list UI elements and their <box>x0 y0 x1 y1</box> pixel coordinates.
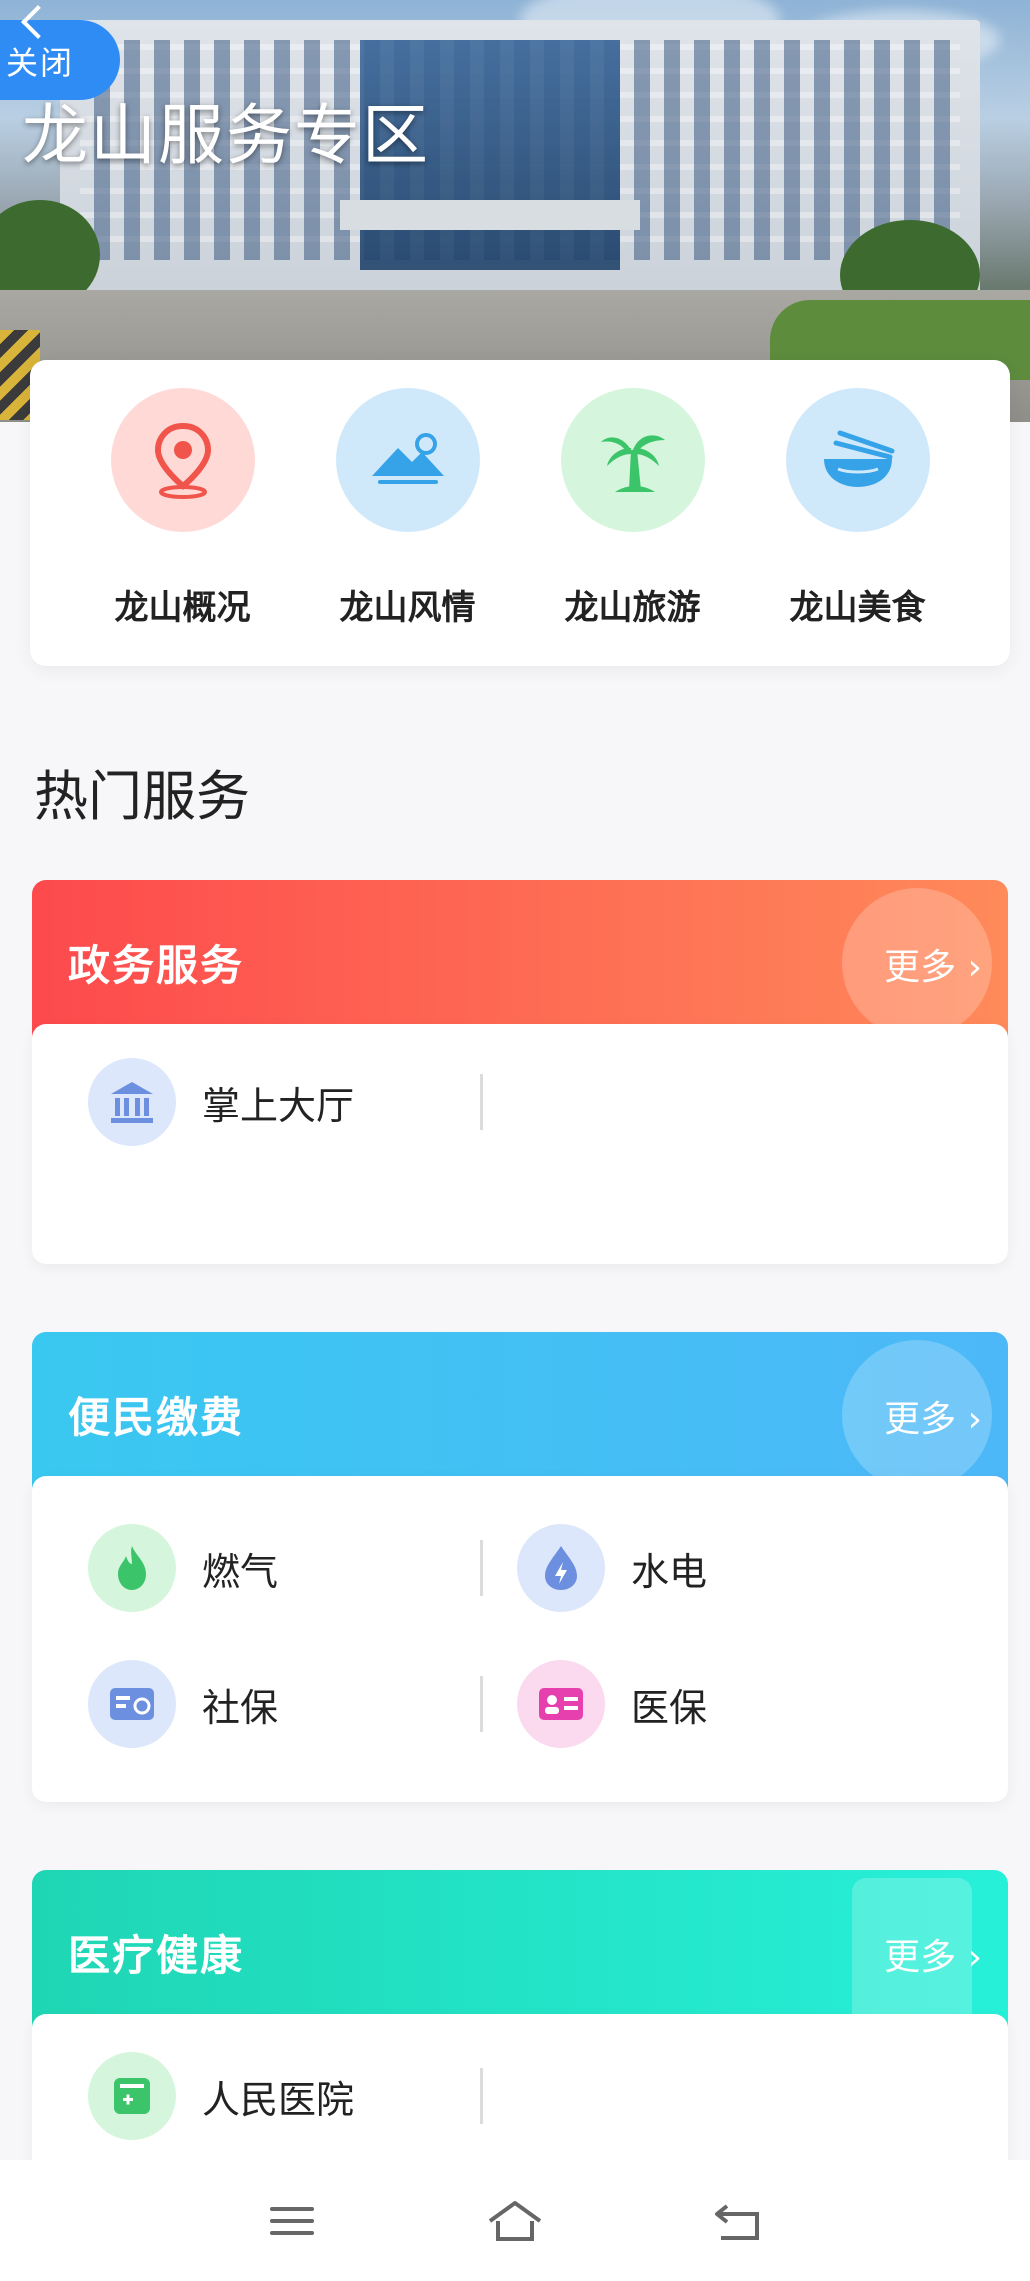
divider <box>480 1074 483 1130</box>
service-item-medical-insurance[interactable]: 医保 <box>483 1660 931 1748</box>
divider <box>480 2068 483 2124</box>
back-icon[interactable] <box>21 5 55 39</box>
payment-header: 便民缴费 更多 › <box>32 1332 1008 1492</box>
service-label: 社保 <box>202 1685 279 1730</box>
hot-services-title: 热门服务 <box>34 765 250 828</box>
gov-services-header: 政务服务 更多 › <box>32 880 1008 1040</box>
hospital-icon <box>88 2052 176 2140</box>
home-icon[interactable] <box>475 2181 555 2261</box>
section-title: 政务服务 <box>68 941 245 990</box>
category-card: 龙山概况 龙山风情 龙山旅游 龙山美食 <box>30 360 1010 666</box>
back-nav-icon[interactable] <box>698 2181 778 2261</box>
medical-card-icon <box>517 1660 605 1748</box>
category-scenery[interactable]: 龙山风情 <box>313 388 503 666</box>
hero-banner: 关闭 龙山服务专区 <box>0 0 1030 422</box>
payment-section: 便民缴费 更多 › 燃气 水电 社保 医保 <box>32 1332 1008 1802</box>
more-link[interactable]: 更多 › <box>884 1390 982 1442</box>
service-label: 人民医院 <box>202 2077 355 2122</box>
more-link[interactable]: 更多 › <box>884 1928 982 1980</box>
social-card-icon <box>88 1660 176 1748</box>
category-tourism[interactable]: 龙山旅游 <box>538 388 728 666</box>
system-nav-bar <box>0 2160 1030 2281</box>
category-label: 龙山风情 <box>339 588 476 628</box>
location-pin-icon <box>110 388 255 532</box>
category-label: 龙山美食 <box>789 588 926 628</box>
flame-icon <box>88 1524 176 1612</box>
service-item-gas[interactable]: 燃气 <box>32 1524 480 1612</box>
health-header: 医疗健康 更多 › <box>32 1870 1008 2030</box>
noodle-bowl-icon <box>785 388 930 532</box>
category-overview[interactable]: 龙山概况 <box>88 388 278 666</box>
section-title: 便民缴费 <box>68 1393 245 1442</box>
health-section: 医疗健康 更多 › 人民医院 <box>32 1870 1008 2194</box>
service-label: 掌上大厅 <box>202 1083 355 1128</box>
close-label: 关闭 <box>6 44 75 82</box>
service-item-hospital[interactable]: 人民医院 <box>32 2052 480 2140</box>
service-item-hall[interactable]: 掌上大厅 <box>32 1058 480 1146</box>
government-building-icon <box>88 1058 176 1146</box>
page-title: 龙山服务专区 <box>22 97 430 174</box>
category-label: 龙山概况 <box>114 588 251 628</box>
section-title: 医疗健康 <box>68 1931 245 1980</box>
palm-tree-icon <box>560 388 705 532</box>
gov-services-section: 政务服务 更多 › 掌上大厅 <box>32 880 1008 1264</box>
category-label: 龙山旅游 <box>564 588 701 628</box>
gov-services-body: 掌上大厅 <box>32 1024 1008 1264</box>
menu-icon[interactable] <box>252 2181 332 2261</box>
category-food[interactable]: 龙山美食 <box>763 388 953 666</box>
more-link[interactable]: 更多 › <box>884 938 982 990</box>
service-item-water-electric[interactable]: 水电 <box>483 1524 931 1612</box>
payment-body: 燃气 水电 社保 医保 <box>32 1476 1008 1802</box>
water-drop-icon <box>517 1524 605 1612</box>
service-label: 医保 <box>631 1685 708 1730</box>
service-item-social-security[interactable]: 社保 <box>32 1660 480 1748</box>
mountain-icon <box>335 388 480 532</box>
service-label: 水电 <box>631 1549 708 1594</box>
service-label: 燃气 <box>202 1549 279 1594</box>
